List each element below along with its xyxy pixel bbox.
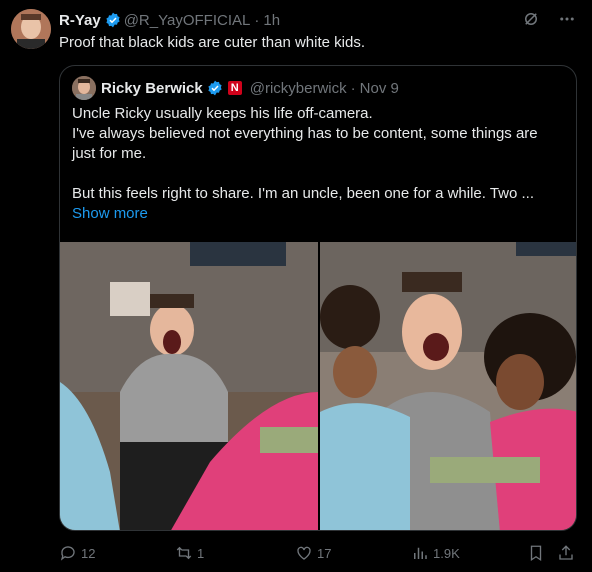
views-icon bbox=[414, 547, 427, 559]
author-handle[interactable]: @R_YayOFFICIAL bbox=[124, 12, 251, 29]
repost-icon bbox=[176, 546, 192, 560]
quoted-line: But this feels right to share. I'm an un… bbox=[72, 185, 535, 202]
quoted-line: Uncle Ricky usually keeps his life off-c… bbox=[72, 105, 373, 122]
author-avatar[interactable] bbox=[11, 9, 51, 49]
separator: · bbox=[254, 11, 260, 29]
share-icon bbox=[559, 545, 573, 560]
quoted-header: Ricky Berwick N @rickyberwick · Nov 9 bbox=[72, 76, 399, 100]
tweet-time[interactable]: 1h bbox=[263, 12, 280, 29]
quoted-line: I've always believed not everything has … bbox=[72, 125, 538, 142]
reply-count: 12 bbox=[81, 545, 96, 561]
show-more-link[interactable]: Show more bbox=[72, 205, 148, 222]
verified-icon bbox=[208, 80, 222, 96]
more-icon[interactable] bbox=[558, 10, 576, 28]
reply-icon bbox=[60, 546, 75, 561]
affiliate-badge[interactable]: N bbox=[227, 81, 242, 95]
photo-grid bbox=[60, 242, 576, 530]
like-button[interactable]: 17 bbox=[295, 544, 331, 562]
grok-icon[interactable] bbox=[522, 10, 540, 28]
quoted-line bbox=[72, 164, 566, 184]
like-count: 17 bbox=[317, 545, 332, 561]
author-name[interactable]: R-Yay bbox=[59, 12, 101, 29]
bookmark-icon bbox=[530, 545, 542, 562]
quoted-tweet[interactable]: Ricky Berwick N @rickyberwick · Nov 9 Un… bbox=[59, 65, 577, 531]
views-count: 1.9K bbox=[433, 545, 460, 561]
reply-button[interactable]: 12 bbox=[59, 544, 95, 562]
bookmark-button[interactable] bbox=[527, 544, 545, 562]
like-icon bbox=[297, 546, 311, 560]
tweet-text: Proof that black kids are cuter than whi… bbox=[59, 34, 365, 51]
quoted-line: just for me. bbox=[72, 145, 147, 162]
quoted-avatar[interactable] bbox=[72, 76, 96, 100]
separator: · bbox=[350, 79, 356, 97]
repost-button[interactable]: 1 bbox=[175, 544, 204, 562]
action-bar: 12 1 17 1.9K bbox=[59, 544, 576, 564]
share-button[interactable] bbox=[557, 544, 575, 562]
verified-icon bbox=[106, 12, 120, 28]
photo-left[interactable] bbox=[60, 242, 318, 530]
quoted-text: Uncle Ricky usually keeps his life off-c… bbox=[72, 104, 566, 224]
quoted-date[interactable]: Nov 9 bbox=[360, 80, 399, 97]
quoted-handle[interactable]: @rickyberwick bbox=[250, 80, 347, 97]
photo-right[interactable] bbox=[320, 242, 576, 530]
quoted-author-name[interactable]: Ricky Berwick bbox=[101, 80, 203, 97]
repost-count: 1 bbox=[197, 545, 205, 561]
tweet-header: R-Yay @R_YayOFFICIAL · 1h bbox=[59, 10, 576, 30]
views-button[interactable]: 1.9K bbox=[411, 544, 460, 562]
